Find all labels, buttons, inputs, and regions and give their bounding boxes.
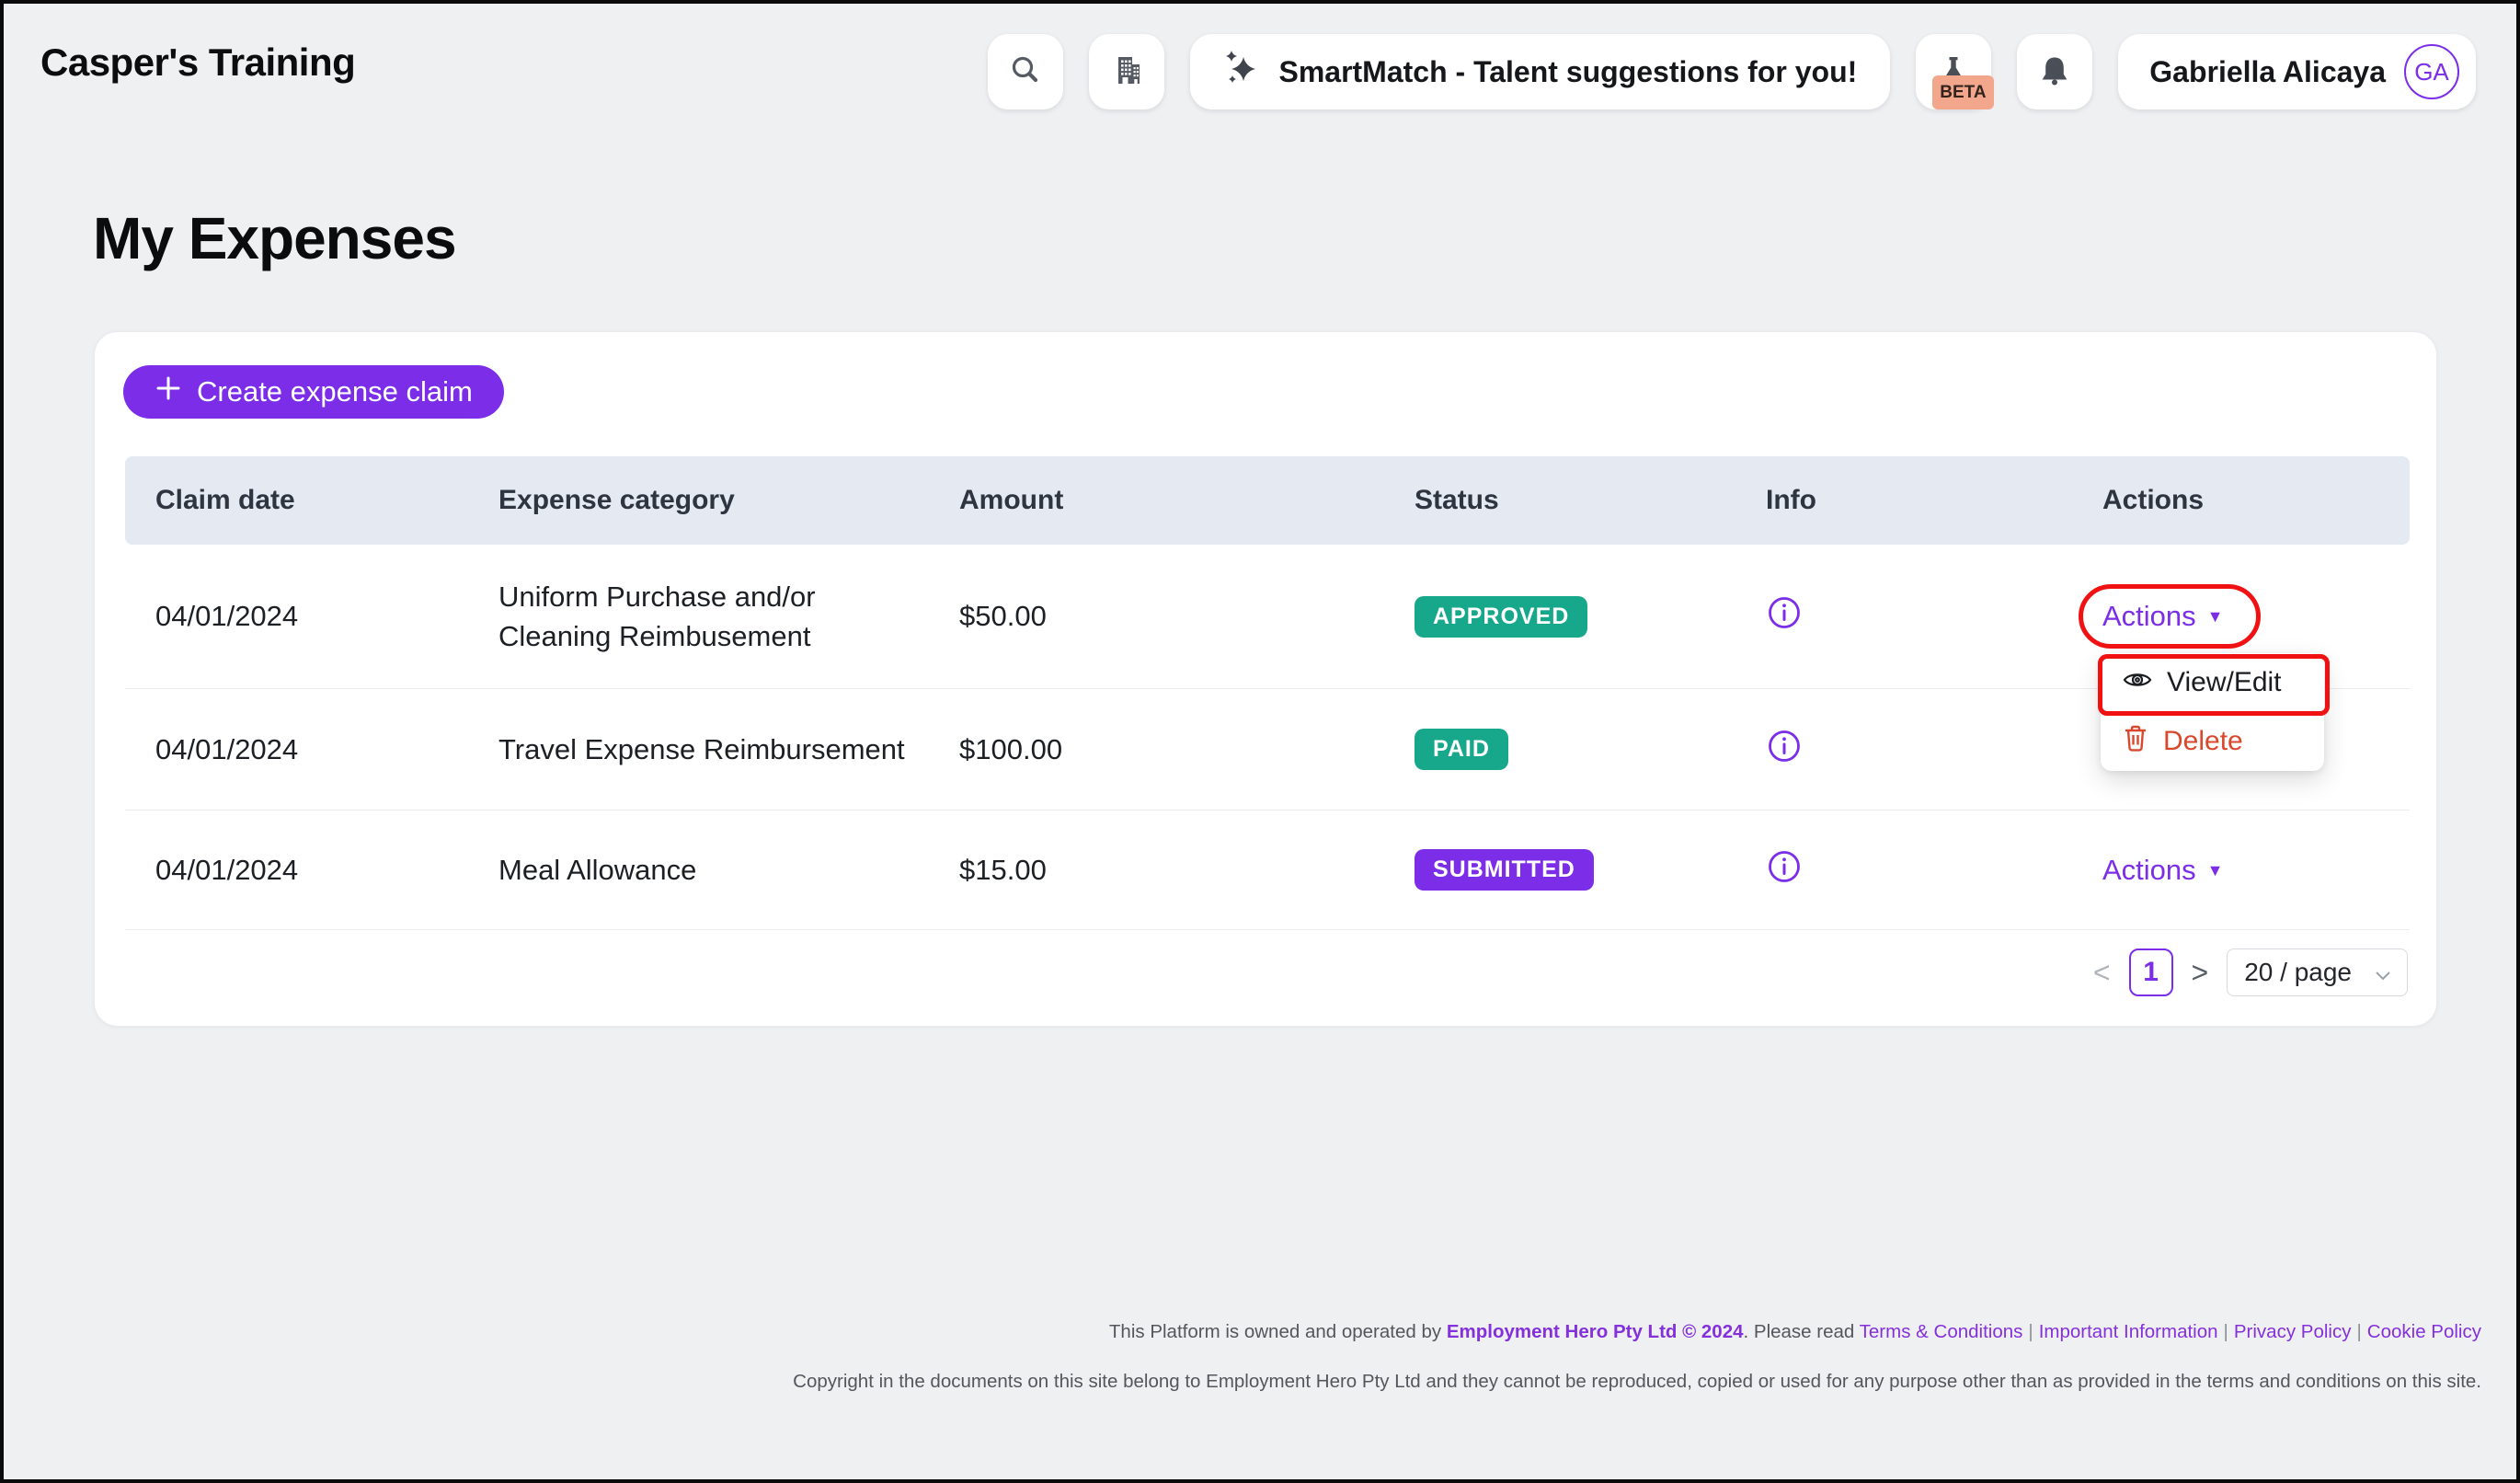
view-edit-label: View/Edit [2167,667,2282,698]
amount-cell: $50.00 [929,600,1384,633]
column-header-expense-category: Expense category [468,485,929,516]
caret-down-icon: ▼ [2207,608,2224,625]
smartmatch-label: SmartMatch - Talent suggestions for you! [1278,55,1857,89]
status-badge: PAID [1415,729,1508,770]
pagination: < 1 > 20 / page [2091,947,2408,998]
trash-icon [2123,724,2148,760]
delete-label: Delete [2163,726,2243,757]
plus-icon [155,374,182,409]
footer: This Platform is owned and operated by E… [274,1321,2481,1420]
footer-line2: Copyright in the documents on this site … [274,1371,2481,1394]
claim-date-cell: 04/01/2024 [125,733,468,766]
notifications-button[interactable] [2017,34,2092,109]
column-header-amount: Amount [929,485,1384,516]
status-badge: SUBMITTED [1415,849,1594,891]
claim-date-cell: 04/01/2024 [125,854,468,887]
claim-date-cell: 04/01/2024 [125,600,468,633]
actions-dropdown-menu: View/Edit Delete [2101,653,2324,771]
organisation-button[interactable] [1089,34,1164,109]
table-row: 04/01/2024 Travel Expense Reimbursement … [125,689,2410,810]
search-button[interactable] [988,34,1063,109]
footer-line1-prefix: This Platform is owned and operated by [1109,1321,1447,1342]
table-header-row: Claim date Expense category Amount Statu… [125,456,2410,545]
search-icon [1008,53,1043,91]
create-expense-claim-button[interactable]: Create expense claim [123,365,504,419]
header-actions: SmartMatch - Talent suggestions for you!… [988,34,2476,109]
brand-title: Casper's Training [40,40,355,85]
avatar: GA [2404,44,2459,99]
labs-button[interactable]: BETA [1916,34,1991,109]
sparkle-icon [1223,49,1262,95]
user-menu-button[interactable]: Gabriella Alicaya GA [2118,34,2476,109]
footer-separator: | [2351,1321,2366,1342]
row-actions-button[interactable]: Actions ▼ [2102,600,2224,633]
menu-item-view-edit[interactable]: View/Edit [2101,653,2324,712]
actions-label: Actions [2102,600,2196,633]
page-size-select[interactable]: 20 / page [2227,948,2408,996]
eye-icon [2123,667,2152,698]
caret-down-icon: ▼ [2207,862,2224,879]
important-information-link[interactable]: Important Information [2039,1321,2218,1342]
table-row: 04/01/2024 Uniform Purchase and/or Clean… [125,545,2410,689]
table-row: 04/01/2024 Meal Allowance $15.00 SUBMITT… [125,810,2410,930]
create-expense-claim-label: Create expense claim [197,375,473,408]
expenses-card: Create expense claim Claim date Expense … [94,331,2437,1027]
column-header-status: Status [1384,485,1735,516]
page-size-value: 20 / page [2244,958,2352,987]
page-title: My Expenses [93,204,456,272]
smartmatch-button[interactable]: SmartMatch - Talent suggestions for you! [1190,34,1890,109]
footer-separator: | [2218,1321,2234,1342]
privacy-policy-link[interactable]: Privacy Policy [2234,1321,2352,1342]
column-header-claim-date: Claim date [125,485,468,516]
info-icon[interactable] [1766,739,1803,771]
expense-category-cell: Travel Expense Reimbursement [498,730,929,769]
info-icon[interactable] [1766,859,1803,891]
page: Casper's Training [0,0,2520,1483]
user-name: Gabriella Alicaya [2149,55,2386,89]
building-icon [1108,52,1145,92]
current-page-button[interactable]: 1 [2129,948,2173,996]
cookie-policy-link[interactable]: Cookie Policy [2367,1321,2481,1342]
footer-line1: This Platform is owned and operated by E… [274,1321,2481,1344]
beta-badge: BETA [1932,75,1993,109]
footer-line1-mid: . Please read [1744,1321,1860,1342]
amount-cell: $100.00 [929,733,1384,766]
expense-category-cell: Uniform Purchase and/or Cleaning Reimbus… [498,577,929,657]
column-header-actions: Actions [2072,485,2410,516]
expenses-table: Claim date Expense category Amount Statu… [125,456,2410,930]
info-icon[interactable] [1766,605,1803,638]
amount-cell: $15.00 [929,854,1384,887]
terms-conditions-link[interactable]: Terms & Conditions [1860,1321,2023,1342]
footer-separator: | [2022,1321,2038,1342]
actions-label: Actions [2102,854,2196,887]
expense-category-cell: Meal Allowance [498,850,929,890]
chevron-down-icon [2376,958,2390,987]
employment-hero-link[interactable]: Employment Hero Pty Ltd © 2024 [1447,1321,1744,1342]
next-page-button[interactable]: > [2190,958,2211,987]
previous-page-button[interactable]: < [2091,958,2113,987]
menu-item-delete[interactable]: Delete [2101,712,2324,771]
status-badge: APPROVED [1415,596,1587,638]
column-header-info: Info [1735,485,2072,516]
bell-icon [2037,53,2072,91]
row-actions-button[interactable]: Actions ▼ [2102,854,2224,887]
